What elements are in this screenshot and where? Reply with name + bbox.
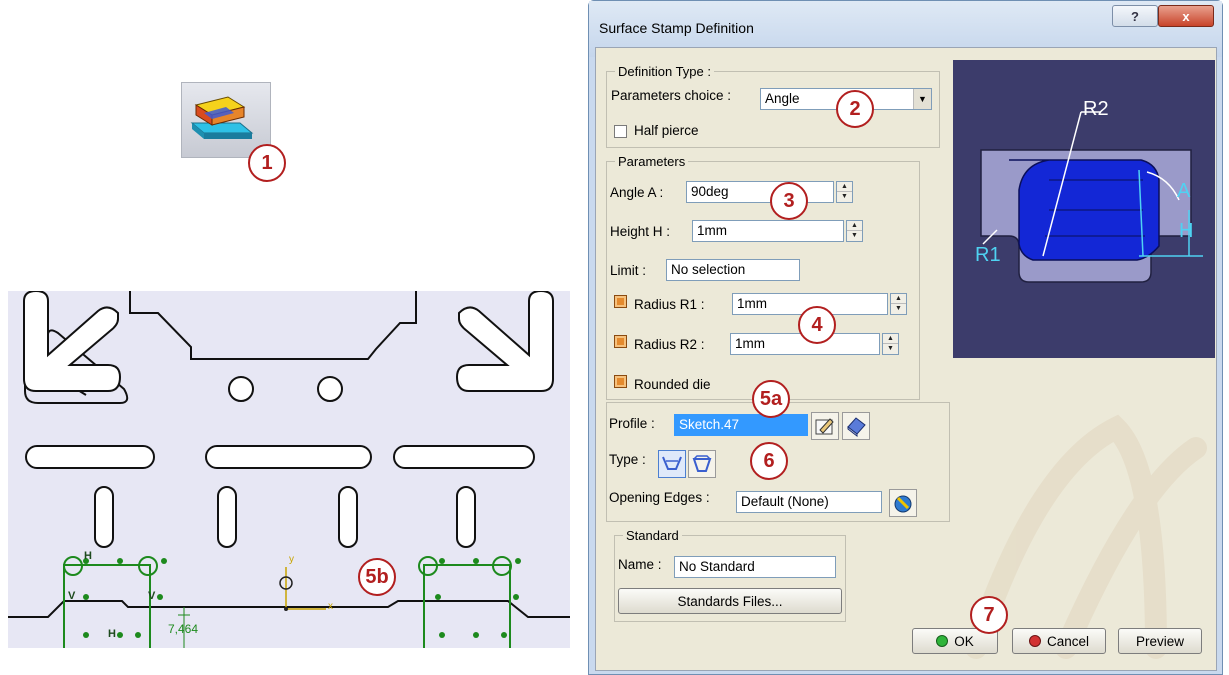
- sketch-geometry: [8, 291, 570, 648]
- radius-r1-spinner[interactable]: ▲ ▼: [890, 293, 907, 315]
- dimension-value[interactable]: 7,464: [168, 622, 198, 636]
- preview-h-label: H: [1179, 220, 1194, 242]
- constraint-v-label-2: V: [148, 590, 156, 602]
- radius-r2-label: Radius R2 :: [634, 337, 705, 352]
- punch-open-icon: [662, 456, 682, 470]
- opening-edges-input[interactable]: Default (None): [736, 491, 882, 513]
- dialog-client: Definition Type : Parameters choice : An…: [595, 47, 1217, 671]
- cancel-icon: [1028, 635, 1041, 647]
- standard-name-input[interactable]: No Standard: [674, 556, 836, 578]
- rounded-die-label: Rounded die: [634, 377, 711, 392]
- sketch-edit-button[interactable]: [811, 412, 839, 440]
- callout-4: 4: [798, 306, 836, 344]
- opening-edges-button[interactable]: [889, 489, 917, 517]
- profile-label: Profile :: [609, 416, 655, 431]
- constraint-v-label: V: [68, 590, 76, 602]
- limit-input[interactable]: No selection: [666, 259, 800, 281]
- sketch-edit-icon: [815, 418, 834, 435]
- limit-label: Limit :: [610, 263, 647, 278]
- cancel-label: Cancel: [1046, 633, 1090, 649]
- callout-3: 3: [770, 182, 808, 220]
- stamp-preview-image: R2 R1 A H: [953, 60, 1215, 358]
- definition-type-legend: Definition Type :: [618, 64, 711, 79]
- dialog-title: Surface Stamp Definition: [599, 20, 754, 36]
- ok-label: OK: [954, 633, 974, 649]
- preview-r2-label: R2: [1083, 98, 1109, 120]
- parameters-choice-value: Angle: [765, 91, 800, 106]
- callout-5b: 5b: [358, 558, 396, 596]
- half-pierce-label: Half pierce: [634, 123, 699, 138]
- callout-5a: 5a: [752, 380, 790, 418]
- parameters-choice-label: Parameters choice :: [611, 88, 732, 103]
- axis-y-label: y: [289, 554, 294, 565]
- type-open-button[interactable]: [658, 450, 686, 478]
- height-h-label: Height H :: [610, 224, 671, 239]
- punch-closed-icon: [692, 455, 712, 472]
- help-button[interactable]: ?: [1112, 5, 1158, 27]
- radius-r2-checkbox[interactable]: [614, 335, 627, 348]
- parameters-legend: Parameters: [618, 154, 686, 169]
- standards-files-button[interactable]: Standards Files...: [618, 588, 842, 614]
- chevron-down-icon[interactable]: ▼: [913, 89, 931, 109]
- height-h-input[interactable]: 1mm: [692, 220, 844, 242]
- edge-select-icon: [894, 495, 912, 513]
- axis-x-label: x: [328, 601, 333, 612]
- angle-a-label: Angle A :: [610, 185, 664, 200]
- ok-icon: [936, 635, 949, 647]
- remove-profile-button[interactable]: [842, 412, 870, 440]
- cancel-button[interactable]: Cancel: [1012, 628, 1106, 654]
- half-pierce-checkbox[interactable]: [614, 125, 627, 138]
- eraser-icon: [847, 417, 866, 437]
- constraint-h-label: H: [84, 550, 92, 562]
- preview-r1-label: R1: [975, 244, 1001, 266]
- radius-r1-label: Radius R1 :: [634, 297, 705, 312]
- radius-r2-spinner[interactable]: ▲ ▼: [882, 333, 899, 355]
- callout-1: 1: [248, 144, 286, 182]
- callout-6: 6: [750, 442, 788, 480]
- type-label: Type :: [609, 452, 646, 467]
- constraint-h-label-2: H: [108, 628, 116, 640]
- callout-7: 7: [970, 596, 1008, 634]
- profile-input[interactable]: Sketch.47: [674, 414, 808, 436]
- sketch-canvas[interactable]: H V V H 7,464 y x: [8, 291, 570, 648]
- callout-2: 2: [836, 90, 874, 128]
- height-h-spinner[interactable]: ▲ ▼: [846, 220, 863, 242]
- preview-a-label: A: [1177, 180, 1191, 202]
- preview-button[interactable]: Preview: [1118, 628, 1202, 654]
- opening-edges-label: Opening Edges :: [609, 490, 710, 505]
- radius-r1-checkbox[interactable]: [614, 295, 627, 308]
- rounded-die-checkbox[interactable]: [614, 375, 627, 388]
- surface-stamp-dialog: Surface Stamp Definition ? x Definition …: [588, 0, 1223, 675]
- angle-a-spinner[interactable]: ▲ ▼: [836, 181, 853, 203]
- close-button[interactable]: x: [1158, 5, 1214, 27]
- angle-a-input[interactable]: 90deg: [686, 181, 834, 203]
- standard-name-label: Name :: [618, 557, 662, 572]
- standard-legend: Standard: [626, 528, 679, 543]
- type-closed-button[interactable]: [688, 450, 716, 478]
